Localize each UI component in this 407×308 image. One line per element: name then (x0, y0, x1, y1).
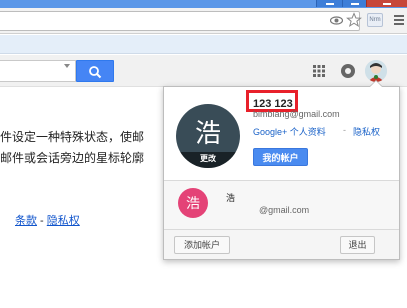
my-account-button[interactable]: 我的帐户 (253, 148, 308, 166)
close-window-button[interactable] (366, 0, 407, 7)
secondary-account-name: 浩 (226, 193, 236, 203)
minimize-button[interactable] (316, 0, 342, 7)
secondary-account-avatar: 浩 (178, 188, 208, 218)
notifications-icon[interactable] (341, 64, 355, 78)
popup-arrow-inner (370, 81, 382, 87)
body-text-line: 件设定一种特殊状态，使邮 (0, 130, 145, 144)
apps-grid-icon[interactable] (313, 65, 325, 77)
eye-icon[interactable] (330, 14, 343, 27)
link-separator: - (343, 125, 346, 135)
footer-separator: - (37, 215, 47, 227)
menu-icon[interactable] (394, 15, 404, 25)
avatar-initial: 浩 (194, 119, 221, 149)
account-popup: 浩 更改 123 123 bimbiang@gmail.com Google+ … (163, 86, 400, 260)
body-text-line: 邮件或会话旁边的星标轮廓 (0, 151, 145, 165)
profile-photo-icon (365, 60, 387, 82)
account-avatar-large[interactable]: 浩 更改 (176, 104, 240, 168)
star-icon[interactable] (346, 12, 362, 28)
search-button[interactable] (76, 60, 114, 82)
add-account-button[interactable]: 添加帐户 (174, 236, 230, 254)
popup-footer: 添加帐户 退出 (164, 230, 399, 259)
terms-link[interactable]: 条款 (15, 215, 37, 227)
search-icon (89, 66, 102, 79)
address-bar[interactable] (0, 11, 360, 31)
maximize-button[interactable] (342, 0, 366, 7)
secondary-account-row[interactable]: 浩 浩 @gmail.com (164, 181, 399, 229)
search-options-caret-icon[interactable] (64, 64, 70, 68)
gmail-header (0, 55, 407, 87)
sign-out-button[interactable]: 退出 (340, 236, 375, 254)
privacy-link[interactable]: 隐私权 (353, 125, 380, 138)
account-avatar-button[interactable] (365, 60, 387, 82)
browser-toolbar: Nrm (0, 8, 407, 34)
extension-icon[interactable]: Nrm (367, 13, 383, 27)
change-photo-button[interactable]: 更改 (176, 152, 240, 168)
footer-links: 条款 - 隐私权 (15, 212, 80, 228)
bookmarks-bar (0, 35, 407, 54)
privacy-footer-link[interactable]: 隐私权 (47, 215, 80, 227)
secondary-account-email: @gmail.com (259, 205, 310, 215)
user-email: bimbiang@gmail.com (253, 109, 340, 119)
google-plus-profile-link[interactable]: Google+ 个人资料 (253, 125, 326, 138)
